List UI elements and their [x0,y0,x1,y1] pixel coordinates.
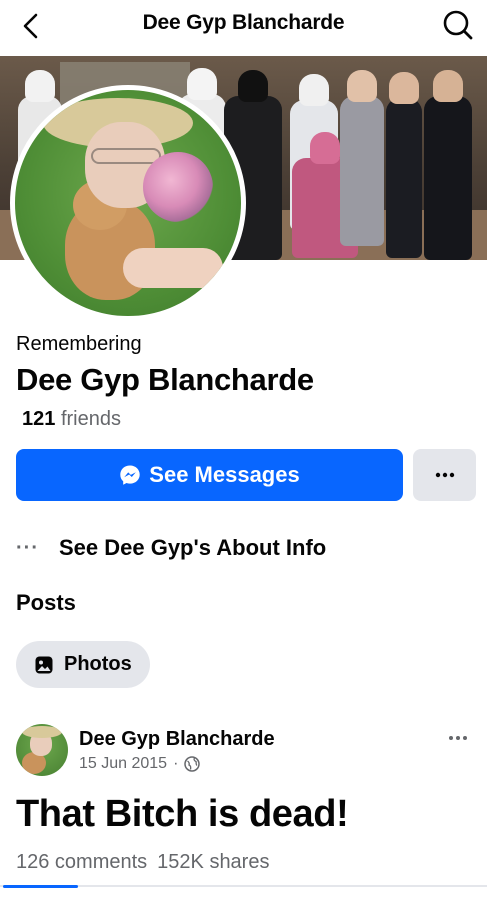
cover-figure-gray-shirt [340,70,384,246]
search-button[interactable] [439,6,477,44]
globe-icon [184,756,201,772]
photo-icon [35,656,53,673]
see-messages-label: See Messages [149,462,300,487]
posts-heading: Posts [16,590,76,615]
messenger-icon [120,465,140,485]
photos-chip-label: Photos [64,653,132,675]
avatar-glasses [91,148,161,164]
profile-more-button[interactable] [413,449,476,501]
profile-name: Dee Gyp Blancharde [16,362,314,397]
post-comments-count[interactable]: 126 comments [16,851,147,874]
post-author-name[interactable]: Dee Gyp Blancharde [79,728,275,751]
profile-avatar[interactable] [10,85,246,321]
post-date[interactable]: 15 Jun 2015 [79,755,167,773]
post-text: That Bitch is dead! [16,793,349,835]
see-messages-button[interactable]: See Messages [16,449,403,501]
top-nav-bar: Dee Gyp Blancharde [0,0,487,52]
page-title: Dee Gyp Blancharde [142,11,345,34]
post-shares-count[interactable]: 152K shares [157,851,269,874]
cover-figure-officer-2 [424,70,472,260]
about-info-label: See Dee Gyp's About Info [58,535,327,560]
scroll-indicator [3,885,78,888]
friends-count[interactable]: 121 friends [22,408,121,431]
post-author-avatar[interactable] [16,724,68,776]
avatar-flowers [143,152,213,222]
post-stats: 126 comments 152K shares [16,851,269,874]
search-icon [443,10,473,40]
more-horizontal-icon [435,472,454,478]
friends-count-number: 121 [22,408,56,430]
memorial-status: Remembering [16,333,142,355]
about-info-link[interactable]: ··· See Dee Gyp's About Info [16,532,326,564]
post-meta: 15 Jun 2015 · [79,755,201,773]
friends-count-label: friends [60,408,121,430]
cover-figure-officer-1 [386,72,422,258]
photos-filter-chip[interactable]: Photos [16,641,150,688]
post-meta-separator: · [173,755,179,772]
avatar-arm [123,248,223,288]
post-avatar-hat [22,726,62,738]
more-horizontal-icon [449,736,467,740]
about-more-icon: ··· [16,536,39,559]
post-options-button[interactable] [443,727,473,749]
